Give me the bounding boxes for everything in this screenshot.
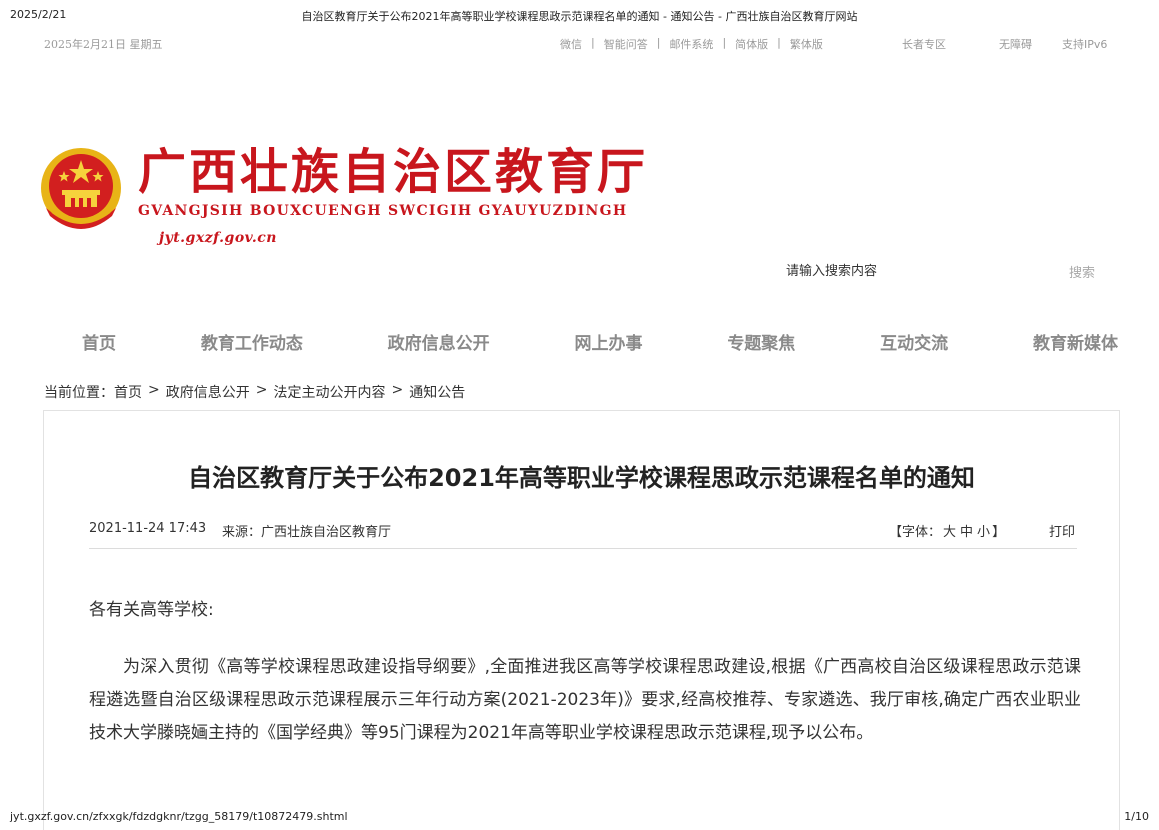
- print-footer: jyt.gxzf.gov.cn/zfxxgk/fdzdgknr/tzgg_581…: [0, 810, 1159, 826]
- nav-interaction[interactable]: 互动交流: [880, 329, 948, 354]
- wechat-link[interactable]: 微信: [560, 36, 582, 52]
- font-large-button[interactable]: 大: [941, 521, 958, 540]
- separator: |: [591, 36, 595, 49]
- breadcrumb-label: 当前位置：: [44, 385, 114, 401]
- traditional-chinese-link[interactable]: 繁体版: [790, 36, 823, 52]
- article-title: 自治区教育厅关于公布2021年高等职业学校课程思政示范课程名单的通知: [188, 464, 975, 492]
- separator: |: [777, 36, 781, 49]
- top-utility-bar: 2025年2月21日 星期五 微信 | 智能问答 | 邮件系统 | 简体版 | …: [0, 36, 1159, 52]
- separator: |: [722, 36, 727, 49]
- accessibility-link[interactable]: 无障碍: [999, 36, 1032, 52]
- elder-mode-link[interactable]: 长者专区: [902, 36, 946, 52]
- nav-education-news[interactable]: 教育工作动态: [201, 329, 303, 354]
- article-salutation: 各有关高等学校:: [89, 600, 214, 620]
- site-name-chinese: 广西壮族自治区教育厅: [138, 144, 649, 200]
- breadcrumb-separator: >: [391, 382, 404, 398]
- site-name-zhuang: GVANGJSIH BOUXCUENGH SWCIGIH GYAUYUZDING…: [138, 203, 628, 219]
- national-emblem-icon: [41, 148, 121, 229]
- article-source: 来源：广西壮族自治区教育厅: [222, 525, 392, 540]
- print-button[interactable]: 打印: [1049, 521, 1075, 540]
- search-button[interactable]: 搜索: [1058, 258, 1106, 284]
- breadcrumb-separator: >: [255, 382, 268, 398]
- print-page-title: 自治区教育厅关于公布2021年高等职业学校课程思政示范课程名单的通知 - 通知公…: [301, 10, 858, 23]
- print-page-number: 1/10: [1124, 810, 1149, 823]
- font-size-label: 【字体：: [889, 525, 942, 540]
- smart-qa-link[interactable]: 智能问答: [604, 36, 648, 52]
- breadcrumb-notices[interactable]: 通知公告: [409, 382, 465, 402]
- ipv6-badge: 支持IPv6: [1062, 38, 1108, 51]
- nav-home[interactable]: 首页: [44, 329, 116, 354]
- print-header: 2025/2/21 自治区教育厅关于公布2021年高等职业学校课程思政示范课程名…: [0, 8, 1159, 24]
- article-date: 2021-11-24 17:43: [89, 521, 207, 536]
- breadcrumb-home[interactable]: 首页: [114, 382, 142, 402]
- nav-online-services[interactable]: 网上办事: [574, 329, 642, 354]
- nav-government-info[interactable]: 政府信息公开: [388, 329, 490, 354]
- simplified-chinese-link[interactable]: 简体版: [735, 36, 768, 52]
- mail-system-link[interactable]: 邮件系统: [669, 36, 713, 52]
- main-nav: 首页 教育工作动态 政府信息公开 网上办事 专题聚焦 互动交流 教育新媒体: [44, 329, 1118, 354]
- font-size-control: 【字体： 大 中 小 】: [889, 521, 1005, 540]
- current-date: 2025年2月21日 星期五: [44, 38, 163, 51]
- top-links: 微信 | 智能问答 | 邮件系统 | 简体版 | 繁体版: [560, 36, 823, 52]
- search-input[interactable]: [770, 258, 1050, 284]
- article-paragraph: 为深入贯彻《高等学校课程思政建设指导纲要》,全面推进我区高等学校课程思政建设,根…: [89, 657, 1081, 743]
- site-domain: jyt.gxzf.gov.cn: [159, 230, 277, 246]
- separator: |: [656, 36, 661, 49]
- font-medium-button[interactable]: 中: [958, 521, 975, 540]
- breadcrumb-separator: >: [148, 382, 160, 398]
- font-size-close: 】: [992, 525, 1006, 540]
- print-url: jyt.gxzf.gov.cn/zfxxgk/fdzdgknr/tzgg_581…: [10, 810, 348, 823]
- breadcrumb-government-info[interactable]: 政府信息公开: [166, 382, 250, 402]
- nav-new-media[interactable]: 教育新媒体: [1033, 329, 1118, 354]
- breadcrumb: 当前位置： 首页 > 政府信息公开 > 法定主动公开内容 > 通知公告: [44, 382, 465, 402]
- font-small-button[interactable]: 小: [975, 521, 992, 540]
- nav-topics[interactable]: 专题聚焦: [727, 329, 795, 354]
- article-container: 自治区教育厅关于公布2021年高等职业学校课程思政示范课程名单的通知 2021-…: [43, 410, 1120, 830]
- article-meta: 2021-11-24 17:43 来源：广西壮族自治区教育厅 【字体： 大 中 …: [89, 521, 1077, 549]
- breadcrumb-statutory-disclosure[interactable]: 法定主动公开内容: [273, 382, 385, 402]
